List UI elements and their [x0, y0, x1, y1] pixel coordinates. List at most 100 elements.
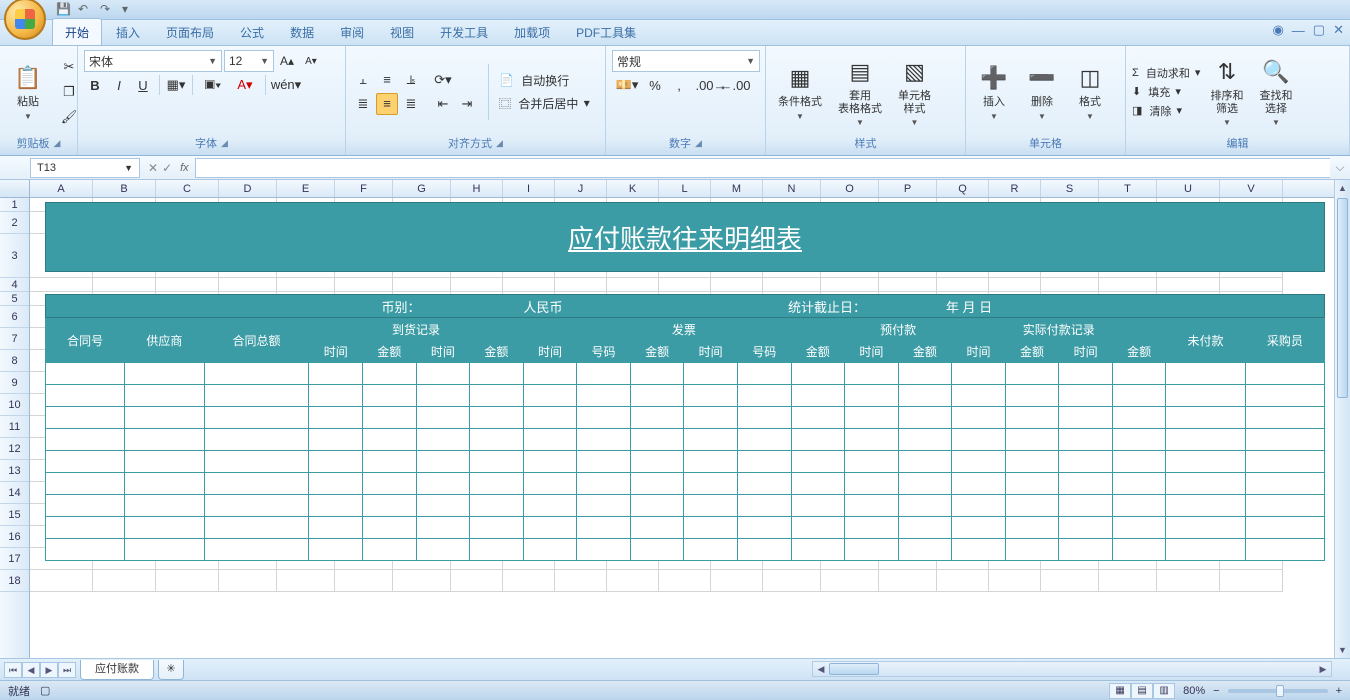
- table-cell[interactable]: [952, 429, 1006, 451]
- table-cell[interactable]: [363, 385, 417, 407]
- tab-0[interactable]: 开始: [52, 18, 102, 45]
- table-cell[interactable]: [1112, 517, 1166, 539]
- table-cell[interactable]: [309, 517, 363, 539]
- table-cell[interactable]: [577, 385, 631, 407]
- table-cell[interactable]: [125, 517, 204, 539]
- table-cell[interactable]: [1245, 407, 1324, 429]
- table-cell[interactable]: [737, 495, 791, 517]
- formula-bar[interactable]: [195, 158, 1330, 178]
- page-break-view-icon[interactable]: ▥: [1153, 683, 1175, 699]
- table-cell[interactable]: [363, 363, 417, 385]
- table-cell[interactable]: [204, 451, 309, 473]
- table-cell[interactable]: [952, 517, 1006, 539]
- table-cell[interactable]: [737, 473, 791, 495]
- table-cell[interactable]: [1059, 451, 1113, 473]
- table-cell[interactable]: [46, 539, 125, 561]
- horizontal-scrollbar[interactable]: ◀ ▶: [812, 661, 1332, 677]
- table-cell[interactable]: [309, 429, 363, 451]
- table-cell[interactable]: [952, 451, 1006, 473]
- table-cell[interactable]: [309, 473, 363, 495]
- table-cell[interactable]: [630, 473, 684, 495]
- format-button[interactable]: ◫格式▼: [1068, 60, 1112, 122]
- table-cell[interactable]: [845, 429, 899, 451]
- italic-button[interactable]: I: [108, 74, 130, 96]
- table-cell[interactable]: [845, 517, 899, 539]
- table-cell[interactable]: [898, 385, 952, 407]
- fx-icon[interactable]: fx: [180, 162, 189, 174]
- format-painter-icon[interactable]: 🖌: [58, 106, 80, 128]
- table-cell[interactable]: [470, 363, 524, 385]
- col-header[interactable]: E: [277, 180, 335, 197]
- row-header[interactable]: 15: [0, 504, 29, 526]
- table-cell[interactable]: [523, 517, 577, 539]
- tab-5[interactable]: 审阅: [328, 19, 376, 45]
- table-cell[interactable]: [577, 429, 631, 451]
- number-format-combo[interactable]: 常规▼: [612, 50, 760, 72]
- table-cell[interactable]: [523, 495, 577, 517]
- sheet-tab-active[interactable]: 应付账款: [80, 660, 154, 680]
- table-cell[interactable]: [791, 407, 845, 429]
- table-cell[interactable]: [309, 407, 363, 429]
- scroll-down-icon[interactable]: ▼: [1335, 642, 1350, 658]
- table-cell[interactable]: [845, 473, 899, 495]
- scroll-left-icon[interactable]: ◀: [813, 664, 829, 675]
- table-cell[interactable]: [125, 451, 204, 473]
- enter-formula-icon[interactable]: ✓: [162, 161, 172, 175]
- align-middle-icon[interactable]: ≡: [376, 69, 398, 91]
- table-cell[interactable]: [204, 385, 309, 407]
- delete-button[interactable]: ➖删除▼: [1020, 60, 1064, 122]
- table-cell[interactable]: [1112, 495, 1166, 517]
- table-cell[interactable]: [1166, 407, 1245, 429]
- table-cell[interactable]: [523, 539, 577, 561]
- table-cell[interactable]: [898, 517, 952, 539]
- table-cell[interactable]: [1166, 473, 1245, 495]
- table-cell[interactable]: [737, 429, 791, 451]
- row-header[interactable]: 9: [0, 372, 29, 394]
- formula-expand-icon[interactable]: ⌵: [1330, 160, 1350, 175]
- last-sheet-icon[interactable]: ⏭: [58, 662, 76, 678]
- row-header[interactable]: 11: [0, 416, 29, 438]
- office-button[interactable]: [4, 0, 46, 40]
- row-header[interactable]: 5: [0, 292, 29, 306]
- row-header[interactable]: 4: [0, 278, 29, 292]
- fill-button[interactable]: ⬇ 填充 ▾: [1132, 84, 1200, 100]
- tab-7[interactable]: 开发工具: [428, 19, 500, 45]
- table-cell[interactable]: [630, 517, 684, 539]
- col-header[interactable]: G: [393, 180, 451, 197]
- row-header[interactable]: 1: [0, 198, 29, 212]
- table-cell[interactable]: [684, 495, 738, 517]
- prev-sheet-icon[interactable]: ◀: [22, 662, 40, 678]
- tab-9[interactable]: PDF工具集: [564, 19, 648, 45]
- col-header[interactable]: F: [335, 180, 393, 197]
- table-cell[interactable]: [1112, 429, 1166, 451]
- row-header[interactable]: 8: [0, 350, 29, 372]
- table-cell[interactable]: [952, 473, 1006, 495]
- align-bottom-icon[interactable]: ⫡: [400, 69, 422, 91]
- table-cell[interactable]: [309, 363, 363, 385]
- table-cell[interactable]: [630, 363, 684, 385]
- row-header[interactable]: 10: [0, 394, 29, 416]
- table-cell[interactable]: [125, 429, 204, 451]
- table-cell[interactable]: [1112, 451, 1166, 473]
- table-cell[interactable]: [1166, 517, 1245, 539]
- table-cell[interactable]: [523, 451, 577, 473]
- col-header[interactable]: R: [989, 180, 1041, 197]
- name-box[interactable]: T13▼: [30, 158, 140, 178]
- table-cell[interactable]: [791, 429, 845, 451]
- table-cell[interactable]: [577, 517, 631, 539]
- table-cell[interactable]: [952, 539, 1006, 561]
- table-cell[interactable]: [363, 539, 417, 561]
- table-cell[interactable]: [46, 429, 125, 451]
- col-header[interactable]: O: [821, 180, 879, 197]
- table-cell[interactable]: [416, 363, 470, 385]
- table-cell[interactable]: [363, 451, 417, 473]
- table-cell[interactable]: [523, 385, 577, 407]
- table-cell[interactable]: [1005, 495, 1059, 517]
- table-cell[interactable]: [577, 473, 631, 495]
- table-cell[interactable]: [737, 363, 791, 385]
- next-sheet-icon[interactable]: ▶: [40, 662, 58, 678]
- col-header[interactable]: J: [555, 180, 607, 197]
- zoom-in-icon[interactable]: +: [1336, 685, 1342, 697]
- table-cell[interactable]: [845, 385, 899, 407]
- table-cell[interactable]: [309, 451, 363, 473]
